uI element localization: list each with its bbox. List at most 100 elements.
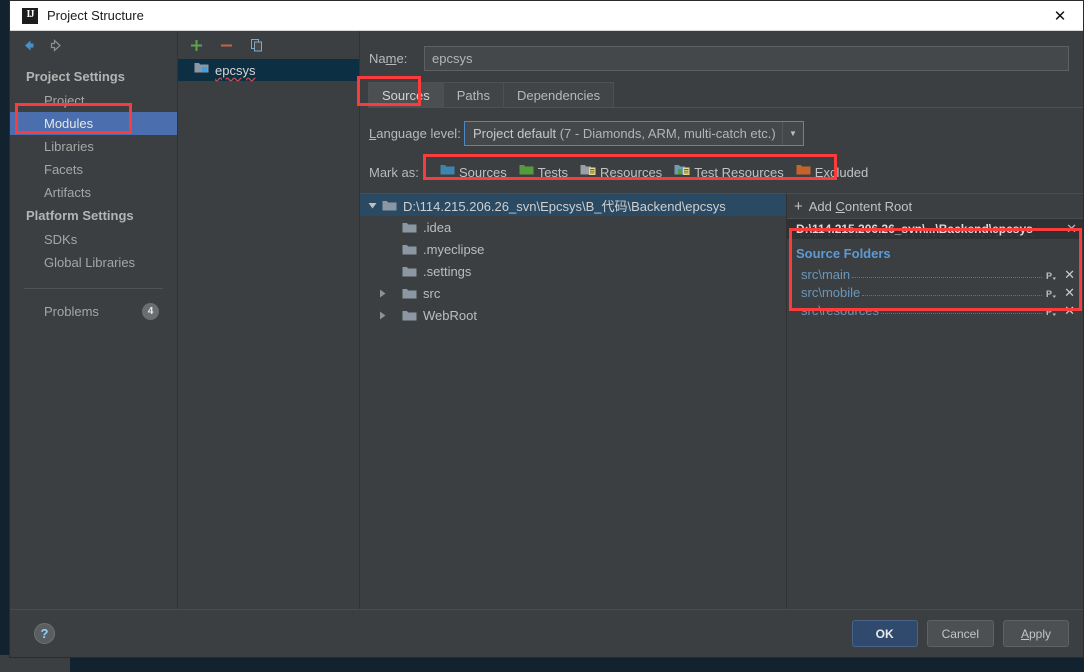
folder-icon (402, 243, 417, 256)
folder-icon (402, 287, 417, 300)
ok-button[interactable]: OK (852, 620, 918, 647)
ide-background-sliver (0, 0, 9, 672)
sidebar-item-project[interactable]: Project (10, 89, 177, 112)
module-name-input[interactable] (424, 46, 1069, 71)
add-module-button[interactable] (188, 37, 205, 54)
mark-as-excluded-button[interactable]: Excluded (796, 163, 868, 181)
source-folder-path[interactable]: src\main (801, 267, 850, 282)
tree-item-label: .settings (423, 264, 471, 279)
remove-source-folder-icon[interactable]: ✕ (1064, 304, 1075, 318)
nav-history-toolbar (10, 31, 177, 59)
dotted-leader (862, 295, 1042, 296)
dotted-leader (881, 313, 1042, 314)
svg-text:P: P (1046, 307, 1052, 317)
table-row[interactable]: .settings (360, 260, 786, 282)
list-item: src\mobile P ✕ (787, 282, 1083, 300)
sidebar-item-global-libraries[interactable]: Global Libraries (10, 251, 177, 274)
table-row[interactable]: src (360, 282, 786, 304)
sidebar-item-problems[interactable]: Problems 4 (10, 289, 177, 320)
tab-sources[interactable]: Sources (368, 82, 444, 108)
folder-module-icon (194, 61, 209, 79)
mark-as-excluded-label: Excluded (815, 165, 868, 180)
mark-as-options: Sources Tests (432, 161, 876, 183)
folder-icon (402, 265, 417, 278)
language-level-row: Language level: Project default (7 - Dia… (366, 120, 1083, 146)
folder-excluded-icon (796, 163, 811, 181)
mark-as-test-resources-label: Test Resources (694, 165, 784, 180)
source-folder-path[interactable]: src\resources (801, 303, 879, 318)
tree-item-label: WebRoot (423, 308, 477, 323)
remove-source-folder-icon[interactable]: ✕ (1064, 268, 1075, 282)
tree-item-label: .idea (423, 220, 451, 235)
sidebar-item-modules[interactable]: Modules (10, 112, 177, 135)
add-content-root-button[interactable]: + Add Content Root (787, 194, 1083, 218)
svg-text:P: P (1046, 289, 1052, 299)
nav-group-project-settings: Project Settings (10, 65, 177, 89)
intellij-logo-icon: IJ (22, 8, 38, 24)
dialog-footer: ? OK Cancel Apply (10, 609, 1083, 657)
tree-item-label: .myeclipse (423, 242, 484, 257)
source-folder-path[interactable]: src\mobile (801, 285, 860, 300)
tab-dependencies[interactable]: Dependencies (503, 82, 614, 108)
help-button[interactable]: ? (34, 623, 55, 644)
sidebar-item-libraries[interactable]: Libraries (10, 135, 177, 158)
content-root-tree: D:\114.215.206.26_svn\Epcsys\B_代码\Backen… (360, 193, 787, 609)
content-root-header: D:\114.215.206.26_svn\...\Backend\epcsys… (787, 218, 1083, 239)
list-item[interactable]: epcsys (178, 59, 359, 81)
folder-icon (382, 199, 397, 212)
problems-count-badge: 4 (142, 303, 159, 320)
remove-module-button[interactable] (218, 37, 235, 54)
tab-paths[interactable]: Paths (443, 82, 504, 108)
chevron-right-icon[interactable] (362, 289, 402, 298)
source-folders-section: Source Folders src\main P ✕ src\mobi (787, 239, 1083, 318)
sidebar-item-facets[interactable]: Facets (10, 158, 177, 181)
arrow-right-icon[interactable] (48, 37, 65, 54)
editor-tabs: Sources Paths Dependencies (368, 82, 1083, 108)
window-title: Project Structure (47, 8, 144, 23)
content-roots-detail-panel: + Add Content Root D:\114.215.206.26_svn… (787, 193, 1083, 609)
mark-as-test-resources-button[interactable]: Test Resources (674, 163, 784, 181)
chevron-down-icon[interactable]: ▼ (782, 122, 803, 145)
close-icon[interactable]: ✕ (1037, 1, 1083, 30)
module-name-label: epcsys (215, 63, 255, 78)
source-folders-title: Source Folders (787, 244, 1083, 264)
modules-list-panel: epcsys (178, 31, 360, 609)
remove-source-folder-icon[interactable]: ✕ (1064, 286, 1075, 300)
sidebar-item-artifacts[interactable]: Artifacts (10, 181, 177, 204)
cancel-button[interactable]: Cancel (927, 620, 994, 647)
sources-panes: D:\114.215.206.26_svn\Epcsys\B_代码\Backen… (360, 193, 1083, 609)
problems-label: Problems (44, 304, 142, 319)
language-level-label: Language level: (366, 126, 464, 141)
dialog-body: Project Settings Project Modules Librari… (10, 31, 1083, 609)
apply-button[interactable]: Apply (1003, 620, 1069, 647)
mark-as-tests-button[interactable]: Tests (519, 163, 568, 181)
package-prefix-icon[interactable]: P (1046, 306, 1057, 318)
table-row[interactable]: WebRoot (360, 304, 786, 326)
add-content-root-label: Add Content Root (809, 199, 912, 214)
mark-as-sources-button[interactable]: Sources (440, 163, 507, 181)
table-row[interactable]: .idea (360, 216, 786, 238)
package-prefix-icon[interactable]: P (1046, 270, 1057, 282)
table-row[interactable]: D:\114.215.206.26_svn\Epcsys\B_代码\Backen… (360, 194, 786, 216)
folder-icon (402, 221, 417, 234)
chevron-right-icon[interactable] (362, 311, 402, 320)
table-row[interactable]: .myeclipse (360, 238, 786, 260)
chevron-down-icon[interactable] (362, 201, 382, 210)
language-level-select[interactable]: Project default (7 - Diamonds, ARM, mult… (464, 121, 804, 146)
project-structure-dialog: IJ Project Structure ✕ Project Settings … (0, 0, 1084, 672)
mark-as-row: Mark as: Sources Tests (366, 160, 1083, 184)
copy-module-button[interactable] (248, 37, 265, 54)
dotted-leader (852, 277, 1042, 278)
remove-content-root-icon[interactable]: ✕ (1060, 221, 1077, 237)
sidebar-item-sdks[interactable]: SDKs (10, 228, 177, 251)
list-item: src\resources P ✕ (787, 300, 1083, 318)
mark-as-resources-button[interactable]: Resources (580, 163, 662, 181)
module-name-row: Name: (366, 45, 1069, 71)
settings-sidebar: Project Settings Project Modules Librari… (10, 31, 178, 609)
module-editor-panel: Name: Sources Paths Dependencies Languag… (360, 31, 1083, 609)
mark-as-tests-label: Tests (538, 165, 568, 180)
nav-group-platform-settings: Platform Settings (10, 204, 177, 228)
package-prefix-icon[interactable]: P (1046, 288, 1057, 300)
folder-test-resources-icon (674, 163, 690, 181)
arrow-left-icon[interactable] (20, 37, 37, 54)
